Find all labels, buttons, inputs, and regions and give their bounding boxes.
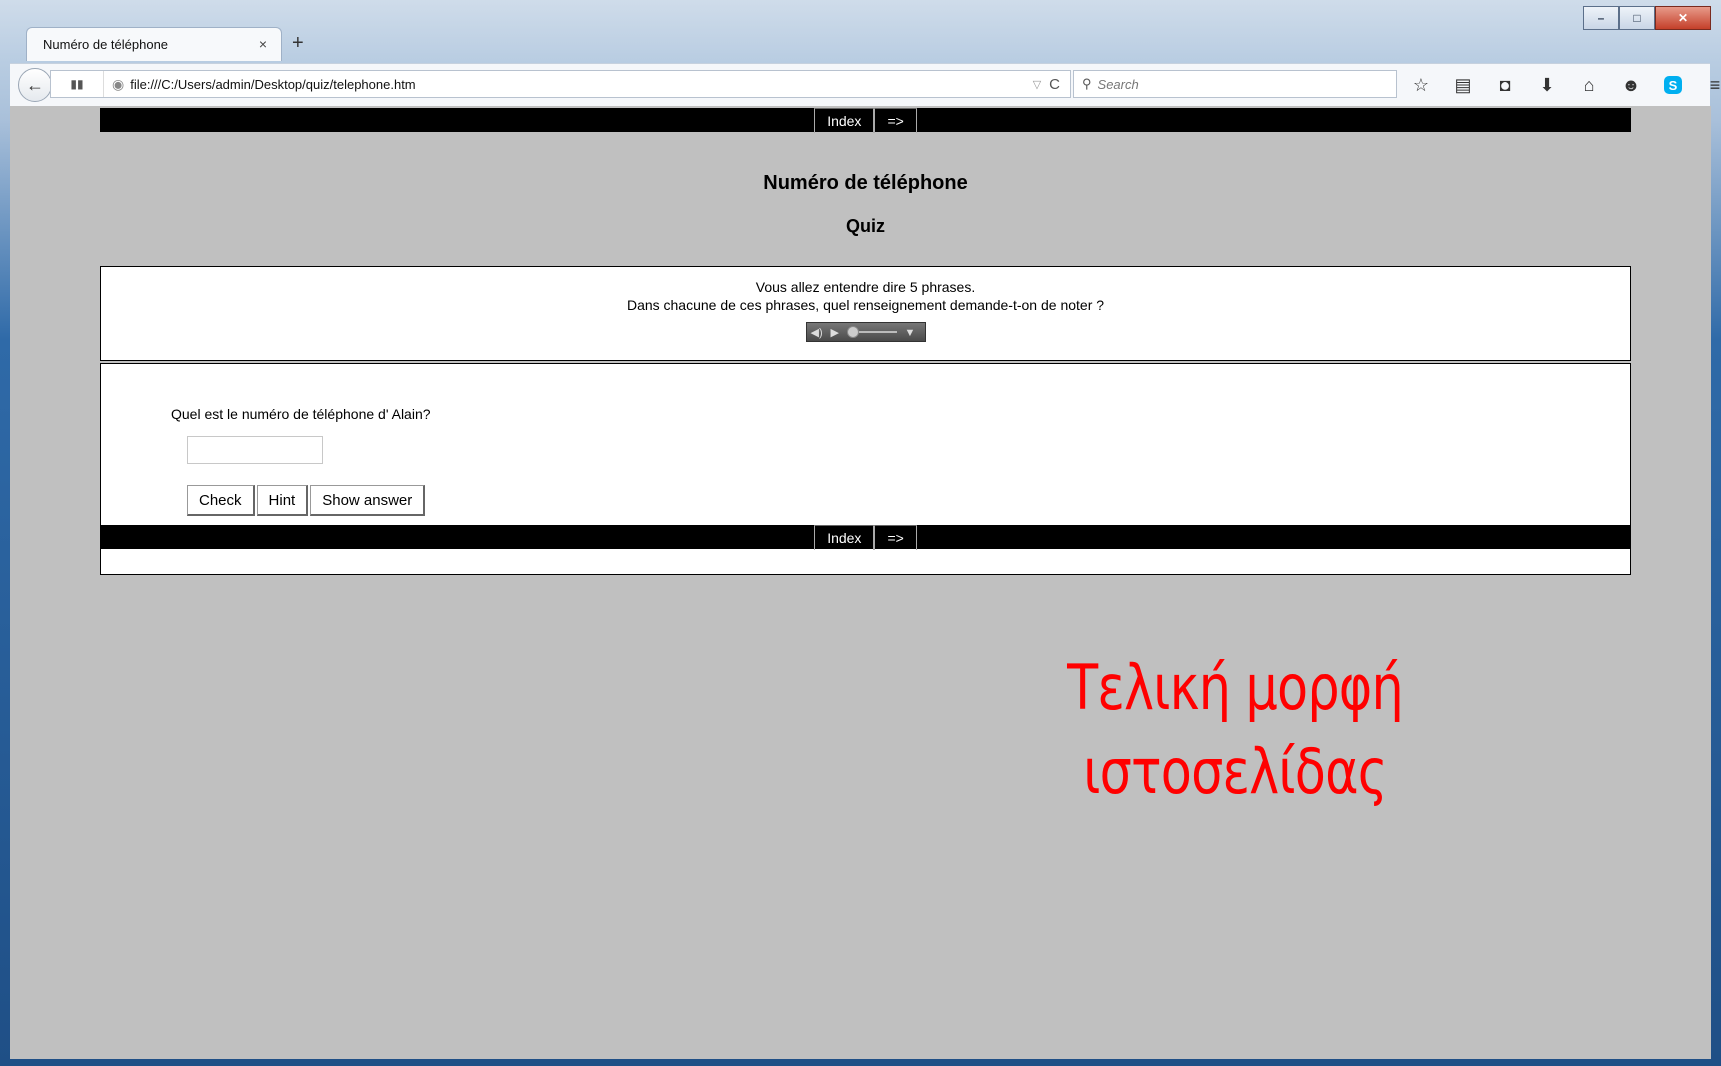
window-controls: – □ ✕ xyxy=(1583,6,1711,30)
skype-icon[interactable]: S xyxy=(1652,72,1694,98)
reading-list-icon[interactable]: ▤ xyxy=(1442,72,1484,98)
audio-menu-icon[interactable]: ▼ xyxy=(905,324,916,342)
home-icon[interactable]: ⌂ xyxy=(1568,72,1610,98)
tab-active[interactable]: Numéro de téléphone × xyxy=(26,27,282,61)
index-link[interactable]: Index xyxy=(814,108,875,133)
download-icon[interactable]: ⬇ xyxy=(1526,72,1568,98)
play-icon[interactable]: ▶ xyxy=(831,324,839,342)
new-tab-button[interactable]: + xyxy=(292,32,304,55)
identity-icon[interactable]: ▮▮ xyxy=(51,71,104,97)
close-window-button[interactable]: ✕ xyxy=(1655,6,1711,30)
audio-progress-knob[interactable] xyxy=(846,326,859,338)
minimize-button[interactable]: – xyxy=(1583,6,1619,30)
overlay-caption-line-2: ιστοσελίδας xyxy=(1083,735,1387,808)
answer-input[interactable] xyxy=(187,436,323,464)
instruction-box: Vous allez entendre dire 5 phrases. Dans… xyxy=(100,266,1631,361)
navigation-bar: ← ▮▮ ◉ file:///C:/Users/admin/Desktop/qu… xyxy=(10,63,1720,107)
search-placeholder: Search xyxy=(1097,76,1139,92)
quiz-button-row: Check Hint Show answer xyxy=(187,485,427,516)
check-button[interactable]: Check xyxy=(187,485,255,516)
hint-button[interactable]: Hint xyxy=(256,485,309,516)
bottom-nav-strip: Index => xyxy=(100,525,1631,550)
search-icon: ⚲ xyxy=(1082,76,1092,91)
reload-icon[interactable]: C xyxy=(1049,76,1060,93)
url-text[interactable]: file:///C:/Users/admin/Desktop/quiz/tele… xyxy=(130,77,1032,92)
overlay-caption-line-1: Τελική μορφή xyxy=(1067,651,1404,724)
page-viewport: Index => Numéro de téléphone Quiz Vous a… xyxy=(10,106,1711,1059)
show-answer-button[interactable]: Show answer xyxy=(310,485,426,516)
tab-close-icon[interactable]: × xyxy=(259,36,267,52)
volume-icon[interactable]: ◀) xyxy=(811,324,823,342)
page-subtitle: Quiz xyxy=(846,216,885,236)
browser-window: – □ ✕ Numéro de téléphone × + ← ▮▮ ◉ fil… xyxy=(0,0,1721,1066)
tab-title: Numéro de téléphone xyxy=(43,37,169,52)
menu-icon[interactable]: ≡ xyxy=(1694,72,1721,98)
index-link-bottom[interactable]: Index xyxy=(814,525,875,550)
history-dropdown-icon[interactable]: ▽ xyxy=(1033,78,1041,91)
toolbar-icons: ☆ ▤ ◘ ⬇ ⌂ ☻ S ≡ xyxy=(1400,72,1721,98)
audio-player[interactable]: ◀) ▶ ▼ xyxy=(805,322,926,342)
instruction-line-2: Dans chacune de ces phrases, quel rensei… xyxy=(626,297,1105,313)
next-link-bottom[interactable]: => xyxy=(874,525,917,550)
top-nav-strip: Index => xyxy=(100,108,1631,133)
globe-icon: ◉ xyxy=(112,75,125,92)
bookmark-star-icon[interactable]: ☆ xyxy=(1400,72,1442,98)
pocket-icon[interactable]: ◘ xyxy=(1484,72,1526,98)
maximize-button[interactable]: □ xyxy=(1619,6,1655,30)
page-title: Numéro de téléphone xyxy=(763,172,968,194)
url-bar[interactable]: ▮▮ ◉ file:///C:/Users/admin/Desktop/quiz… xyxy=(50,70,1071,98)
overlay-caption: Τελική μορφή ιστοσελίδας xyxy=(1042,646,1427,814)
back-button[interactable]: ← xyxy=(18,68,52,102)
instruction-line-1: Vous allez entendre dire 5 phrases. xyxy=(755,279,976,295)
chat-icon[interactable]: ☻ xyxy=(1610,72,1652,98)
search-input[interactable]: ⚲ Search xyxy=(1073,70,1397,98)
question-text: Quel est le numéro de téléphone d' Alain… xyxy=(171,406,431,422)
next-link[interactable]: => xyxy=(874,108,917,133)
